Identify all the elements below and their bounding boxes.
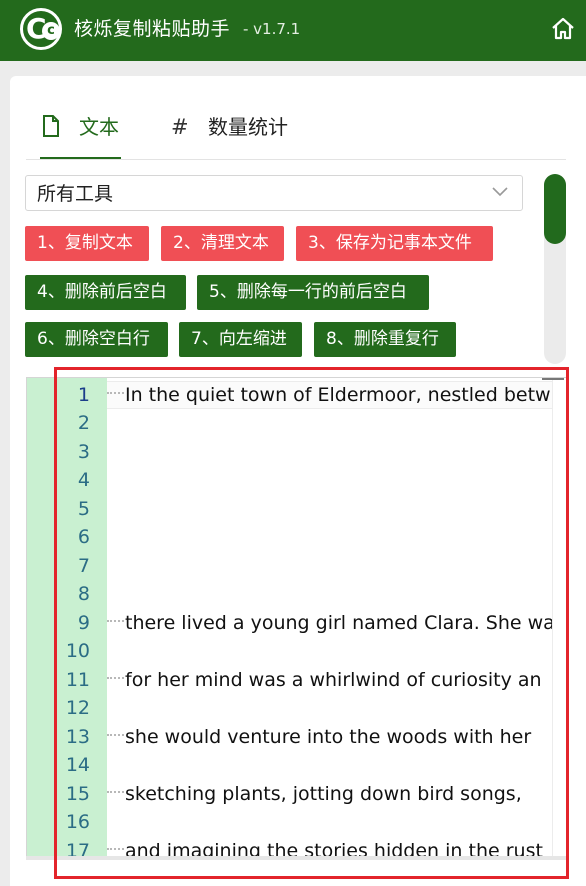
- code-line: she would venture into the woods with he…: [107, 723, 531, 751]
- code-line-text: there lived a young girl named Clara. Sh…: [125, 612, 555, 634]
- code-line: In the quiet town of Eldermoor, nestled …: [107, 381, 551, 409]
- line-number: 12: [65, 697, 90, 719]
- delete-blank-lines-button[interactable]: 6、删除空白行: [25, 322, 168, 357]
- scroll-handle[interactable]: [542, 378, 564, 383]
- line-number: 11: [65, 669, 90, 691]
- line-number: 4: [77, 469, 90, 491]
- code-line-text: for her mind was a whirlwind of curiosit…: [125, 669, 542, 691]
- code-line: and imagining the stories hidden in the …: [107, 837, 543, 857]
- line-number: 9: [77, 612, 90, 634]
- tab-text-label: 文本: [79, 115, 119, 139]
- line-number: 8: [77, 583, 90, 605]
- delete-duplicate-lines-button[interactable]: 8、删除重复行: [314, 322, 456, 357]
- trim-whitespace-button[interactable]: 4、删除前后空白: [25, 275, 186, 310]
- tab-divider: [26, 159, 566, 160]
- line-number-gutter: 1 2 3 4 5 6 7 8 9 10 11 12 13 14 15 16 1…: [27, 378, 107, 857]
- app-logo: C c: [20, 8, 62, 50]
- document-icon: [43, 115, 59, 137]
- line-number: 5: [77, 498, 90, 520]
- clean-text-button[interactable]: 2、清理文本: [161, 226, 284, 261]
- line-number: 15: [65, 783, 90, 805]
- line-number: 13: [65, 726, 90, 748]
- trim-each-line-button[interactable]: 5、删除每一行的前后空白: [197, 275, 429, 310]
- code-line: for her mind was a whirlwind of curiosit…: [107, 666, 542, 694]
- app-version: - v1.7.1: [243, 20, 301, 38]
- code-line: sketching plants, jotting down bird song…: [107, 780, 522, 808]
- home-icon[interactable]: [550, 16, 576, 42]
- indent-left-button[interactable]: 7、向左缩进: [179, 322, 302, 357]
- line-number: 6: [77, 526, 90, 548]
- code-line-text: she would venture into the woods with he…: [125, 726, 532, 748]
- text-editor[interactable]: 1 2 3 4 5 6 7 8 9 10 11 12 13 14 15 16 1…: [26, 377, 567, 858]
- logo-inner-letter: c: [42, 22, 60, 40]
- line-number: 10: [65, 640, 90, 662]
- line-number: 16: [65, 811, 90, 833]
- editor-horizontal-scrollbar[interactable]: [26, 856, 567, 860]
- tool-select-value: 所有工具: [37, 183, 114, 205]
- line-number: 2: [77, 412, 90, 434]
- line-number: 3: [77, 441, 90, 463]
- tab-stats[interactable]: # 数量统计: [168, 104, 298, 160]
- line-number: 1: [77, 384, 90, 406]
- hash-icon: #: [171, 115, 189, 139]
- app-header: C c 核烁复制粘贴助手 - v1.7.1: [0, 0, 586, 61]
- code-line-text: In the quiet town of Eldermoor, nestled …: [125, 384, 551, 406]
- editor-vertical-scrollbar[interactable]: [552, 378, 566, 857]
- app-title: 核烁复制粘贴助手: [74, 18, 231, 40]
- tab-text[interactable]: 文本: [40, 104, 121, 160]
- line-number: 14: [65, 754, 90, 776]
- copy-text-button[interactable]: 1、复制文本: [25, 226, 149, 261]
- line-number: 17: [65, 840, 90, 858]
- tools-scrollbar-thumb[interactable]: [544, 174, 566, 244]
- chevron-down-icon: [492, 187, 508, 197]
- save-as-notepad-button[interactable]: 3、保存为记事本文件: [296, 226, 493, 261]
- code-line-text: sketching plants, jotting down bird song…: [125, 783, 522, 805]
- line-number: 7: [77, 555, 90, 577]
- tab-stats-label: 数量统计: [208, 115, 288, 139]
- code-line: there lived a young girl named Clara. Sh…: [107, 609, 555, 637]
- tool-select[interactable]: 所有工具: [25, 175, 523, 211]
